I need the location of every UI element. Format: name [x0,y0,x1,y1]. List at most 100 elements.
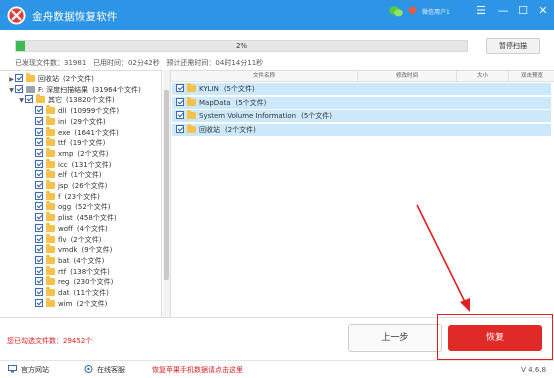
file-row[interactable]: System Volume Information (5个文件) [172,110,551,122]
file-row[interactable]: 回收站 (2个文件) [172,123,551,136]
wechat-icon[interactable] [389,6,403,17]
folder-icon [46,254,55,264]
collapse-arrow-icon[interactable]: ▼ [8,85,15,96]
previous-step-button[interactable]: 上一步 [348,324,442,352]
tree-item[interactable]: ▼ 其它 (13820个文件) [18,94,115,106]
app-title: 金舟数据恢复软件 [32,11,118,23]
tree-item-count: (458个文件) [76,214,117,223]
file-row[interactable]: MapData (5个文件) [172,96,551,109]
close-button[interactable]: ✕ [535,3,551,19]
tree-item[interactable]: ini (29个文件) [28,115,106,128]
tree-item[interactable]: elf (1个文件) [28,169,102,181]
phone-recovery-link[interactable]: 恢复苹果手机数据请点击这里 [152,361,243,378]
column-preview[interactable]: 双击预览 [509,71,554,82]
maximize-button[interactable]: ☐ [515,3,531,19]
tree-item[interactable]: wim (2个文件) [28,297,108,310]
column-modified[interactable]: 修改时间 [358,71,457,82]
tree-item-count: (1641个文件) [74,128,119,137]
folder-icon [46,169,55,179]
tree-item-count: (19个文件) [69,139,106,148]
tree-checkbox[interactable] [25,95,33,104]
tree-checkbox[interactable] [35,138,43,147]
tree-item-count: (2个文件) [76,299,108,308]
tree-item-label: woff [58,224,73,233]
folder-icon [46,276,55,286]
tree-item-label: wim [58,299,73,308]
folder-icon [46,297,55,307]
tree-checkbox[interactable] [35,159,43,168]
tree-item[interactable]: xmp (2个文件) [28,147,108,160]
folder-icon [46,115,55,125]
tree-checkbox[interactable] [35,223,43,232]
tree-checkbox[interactable] [35,191,43,200]
tree-checkbox[interactable] [35,245,43,254]
tree-item[interactable]: ttf (19个文件) [28,137,106,149]
tree-checkbox[interactable] [35,170,43,179]
tree-item[interactable]: ogg (52个文件) [28,201,111,213]
tree-checkbox[interactable] [35,106,43,115]
tree-item[interactable]: exe (1641个文件) [28,126,119,139]
tree-item[interactable]: f (23个文件) [28,190,100,203]
file-checkbox[interactable] [176,97,184,106]
tree-item-label: bat [58,256,70,265]
tree-item[interactable]: reg (230个文件) [28,276,113,288]
tree-checkbox[interactable] [35,288,43,296]
file-row[interactable]: KYLIN (5个文件) [172,83,551,95]
tree-checkbox[interactable] [35,181,43,189]
tree-item-label: rtf [58,267,67,276]
tree-checkbox[interactable] [35,148,43,157]
tree-item[interactable]: dll (10999个文件) [28,105,120,117]
tree-item-count: (10999个文件) [70,107,120,116]
tree-checkbox[interactable] [35,298,43,307]
tree-item-label: flv [58,235,67,244]
tree-checkbox[interactable] [35,127,43,136]
online-support-link[interactable]: 在线客服 [84,361,125,378]
monitor-icon [8,365,17,373]
expand-arrow-icon[interactable]: ▶ [8,74,15,85]
tree-item-count: (2个文件) [70,235,102,244]
tree-item-label: reg [58,278,70,287]
user-label[interactable]: 微信用户1 [422,7,450,16]
annotation-highlight [437,314,553,360]
menu-icon[interactable]: ☰ [473,3,489,19]
tree-checkbox[interactable] [35,266,43,275]
tree-item[interactable]: flv (2个文件) [28,233,102,246]
pause-scan-button[interactable]: 暂停扫描 [486,38,540,54]
tree-checkbox[interactable] [35,116,43,125]
tree-item[interactable]: rtf (138个文件) [28,265,110,278]
file-checkbox[interactable] [176,124,184,133]
tree-checkbox[interactable] [15,84,23,93]
tree-checkbox[interactable] [35,202,43,211]
tree-item[interactable]: ▶ 回收站 (2个文件) [8,73,94,85]
tree-item[interactable]: icc (131个文件) [28,158,111,171]
tree-item-label: xmp [58,149,74,158]
tree-item[interactable]: plist (458个文件) [28,212,117,224]
scrollbar-thumb[interactable] [164,90,169,280]
tree-item[interactable]: jsp (26个文件) [28,180,107,192]
column-size[interactable]: 大小 [457,71,509,82]
tree-item[interactable]: woff (4个文件) [28,222,108,235]
folder-icon [46,137,55,147]
tree-item[interactable]: bat (4个文件) [28,254,104,267]
tree-item-label: ogg [58,203,72,212]
file-count: (5个文件) [223,85,255,93]
tree-item[interactable]: dat (11个文件) [28,287,109,299]
tree-item[interactable]: vmdk (9个文件) [28,244,112,256]
tree-item-count: (138个文件) [70,267,110,276]
minimize-button[interactable]: — [495,3,511,19]
collapse-arrow-icon[interactable]: ▼ [18,95,25,106]
file-checkbox[interactable] [176,111,184,119]
tree-item-label: plist [58,214,73,223]
tree-item[interactable]: ▼ F: 深度扫描结果 (31964个文件) [8,84,141,96]
column-name[interactable]: 文件名称 [171,71,358,82]
tree-checkbox[interactable] [15,74,23,82]
tree-checkbox[interactable] [35,255,43,264]
tree-item-label: ini [58,117,67,126]
tree-checkbox[interactable] [35,234,43,243]
tree-checkbox[interactable] [35,213,43,222]
tree-scrollbar[interactable] [163,70,170,317]
file-checkbox[interactable] [176,84,184,92]
vip-gem-icon[interactable] [407,6,418,16]
official-website-link[interactable]: 官方网站 [8,361,49,378]
tree-checkbox[interactable] [35,277,43,286]
